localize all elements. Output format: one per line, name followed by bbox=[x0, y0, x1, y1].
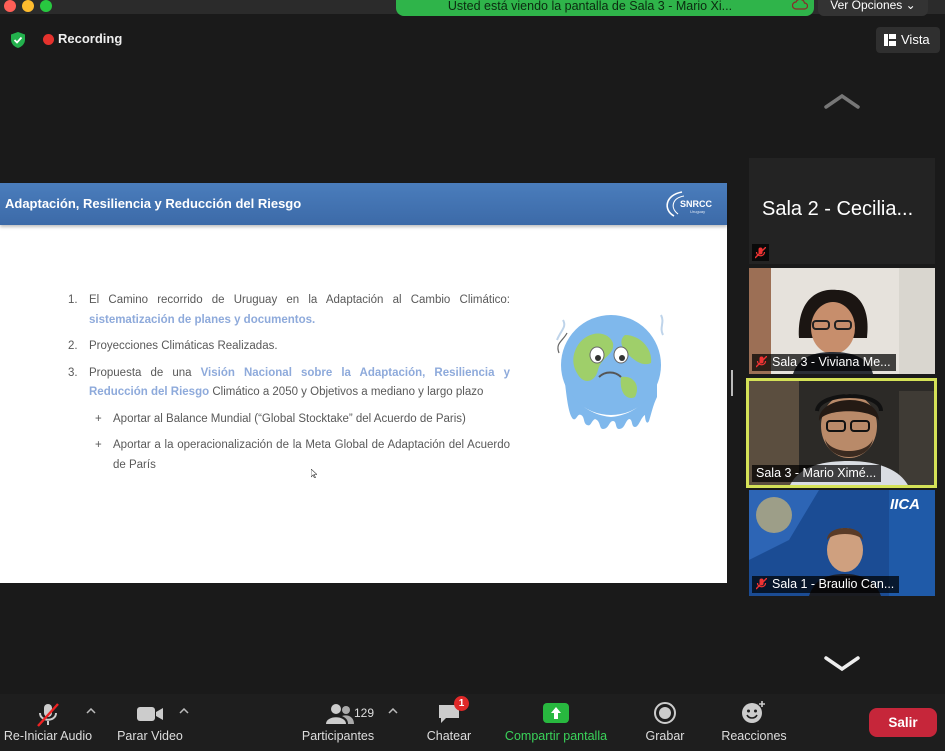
participant-tile[interactable]: Sala 2 - Cecilia... bbox=[749, 158, 935, 264]
participant-name: Sala 1 - Braulio Can... bbox=[772, 577, 895, 591]
reactions-label: Reacciones bbox=[721, 729, 787, 743]
stop-video-label: Parar Video bbox=[117, 729, 183, 743]
participants-options-caret-icon[interactable] bbox=[388, 708, 398, 714]
video-options-caret-icon[interactable] bbox=[179, 708, 189, 714]
participant-name-label: Sala 3 - Mario Ximé... bbox=[752, 465, 882, 482]
leave-meeting-button[interactable]: Salir bbox=[869, 708, 937, 737]
participants-icon bbox=[326, 704, 354, 724]
stop-video-button[interactable]: Parar Video bbox=[108, 694, 192, 751]
participant-tile[interactable]: Sala 3 - Viviana Me... bbox=[749, 268, 935, 374]
list-item-number: 3. bbox=[68, 366, 78, 379]
participants-count: 129 bbox=[354, 706, 375, 720]
slide-header: Adaptación, Resiliencia y Reducción del … bbox=[0, 183, 727, 225]
share-screen-icon bbox=[543, 703, 569, 723]
slide-title: Adaptación, Resiliencia y Reducción del … bbox=[5, 196, 302, 211]
list-item-text: Propuesta de una bbox=[89, 366, 201, 379]
panel-resize-handle[interactable] bbox=[731, 370, 733, 396]
shared-screen-slide: Adaptación, Resiliencia y Reducción del … bbox=[0, 183, 727, 583]
view-layout-label: Vista bbox=[901, 32, 930, 47]
recording-indicator-icon bbox=[43, 34, 54, 45]
share-screen-button[interactable]: Compartir pantalla bbox=[496, 694, 616, 751]
participant-tile[interactable]: IICA Sala 1 - Braulio Can... bbox=[749, 490, 935, 596]
zoom-meeting-window: Usted está viendo la pantalla de Sala 3 … bbox=[0, 0, 945, 751]
list-item-text: Proyecciones Climáticas Realizadas. bbox=[89, 340, 278, 352]
participant-name-label: Sala 1 - Braulio Can... bbox=[752, 576, 900, 593]
record-label: Grabar bbox=[645, 729, 685, 743]
participant-tile-active-speaker[interactable]: Sala 3 - Mario Ximé... bbox=[746, 378, 937, 488]
participants-label: Participantes bbox=[301, 729, 375, 743]
view-options-label: Ver Opciones bbox=[830, 0, 903, 12]
close-window-button[interactable] bbox=[4, 0, 16, 12]
chat-unread-badge: 1 bbox=[454, 696, 469, 711]
sublist-item-text: Aportar al Balance Mundial (“Global Stoc… bbox=[113, 412, 466, 425]
list-item-number: 2. bbox=[68, 340, 78, 352]
muted-microphone-icon bbox=[756, 356, 767, 368]
participant-name: Sala 3 - Mario Ximé... bbox=[756, 466, 877, 480]
chat-label: Chatear bbox=[426, 729, 472, 743]
reactions-button[interactable]: Reacciones bbox=[714, 694, 794, 751]
sublist-marker: + bbox=[95, 412, 102, 425]
list-item-text: El Camino recorrido de Uruguay en la Ada… bbox=[89, 294, 510, 306]
participant-name: Sala 3 - Viviana Me... bbox=[772, 355, 891, 369]
iica-logo-badge: IICA bbox=[890, 496, 920, 513]
list-item-highlight: sistematización de planes y documentos. bbox=[89, 313, 316, 326]
view-options-dropdown[interactable]: Ver Opciones ⌄ bbox=[818, 0, 928, 16]
melting-earth-icon bbox=[556, 314, 664, 429]
slide-list-item: 3. Propuesta de una Visión Nacional sobr… bbox=[62, 364, 510, 403]
participant-name-label: Sala 3 - Viviana Me... bbox=[752, 354, 896, 371]
screen-share-banner: Usted está viendo la pantalla de Sala 3 … bbox=[396, 0, 814, 16]
scroll-down-chevron-icon[interactable] bbox=[823, 655, 861, 673]
scroll-up-chevron-icon[interactable] bbox=[823, 92, 861, 110]
gallery-view-icon bbox=[884, 34, 896, 46]
muted-microphone-icon bbox=[37, 703, 59, 727]
mouse-pointer-icon bbox=[311, 469, 317, 478]
list-item-number: 1. bbox=[68, 294, 78, 306]
shield-icon[interactable] bbox=[10, 31, 26, 49]
participants-button[interactable]: 129 Participantes bbox=[292, 694, 384, 751]
record-button[interactable]: Grabar bbox=[632, 694, 698, 751]
sublist-marker: + bbox=[95, 439, 102, 451]
emoji-reaction-icon bbox=[742, 701, 765, 723]
slide-sublist-item: + Aportar a la operacionalización de la … bbox=[62, 436, 510, 475]
minimize-window-button[interactable] bbox=[22, 0, 34, 12]
slide-list-item: 1. El Camino recorrido de Uruguay en la … bbox=[62, 291, 510, 330]
muted-microphone-icon bbox=[752, 244, 769, 261]
video-camera-icon bbox=[137, 707, 163, 721]
cloud-icon bbox=[792, 0, 808, 10]
sublist-item-text: Aportar a la operacionalización de la Me… bbox=[113, 439, 510, 471]
audio-options-caret-icon[interactable] bbox=[86, 708, 96, 714]
restart-audio-label: Re-Iniciar Audio bbox=[3, 729, 93, 743]
meeting-toolbar: Re-Iniciar Audio Parar Video 129 Partici… bbox=[0, 694, 945, 751]
chevron-down-icon: ⌄ bbox=[905, 0, 916, 12]
view-layout-button[interactable]: Vista bbox=[876, 27, 940, 53]
record-icon bbox=[654, 702, 676, 724]
screen-share-banner-text: Usted está viendo la pantalla de Sala 3 … bbox=[447, 0, 733, 13]
participant-name-large: Sala 2 - Cecilia... bbox=[762, 198, 914, 220]
zoom-window-button[interactable] bbox=[40, 0, 52, 12]
recording-label: Recording bbox=[58, 31, 123, 46]
snrcc-logo-subtext: Uruguay bbox=[690, 209, 706, 214]
muted-microphone-icon bbox=[756, 578, 767, 590]
restart-audio-button[interactable]: Re-Iniciar Audio bbox=[0, 694, 96, 751]
list-item-text-after: Climático a 2050 y Objetivos a mediano y… bbox=[209, 386, 484, 398]
slide-list-item: 2. Proyecciones Climáticas Realizadas. bbox=[62, 337, 510, 357]
slide-sublist-item: + Aportar al Balance Mundial (“Global St… bbox=[62, 410, 510, 430]
slide-body: 1. El Camino recorrido de Uruguay en la … bbox=[62, 291, 510, 482]
chat-button[interactable]: 1 Chatear bbox=[418, 694, 480, 751]
share-screen-label: Compartir pantalla bbox=[504, 729, 608, 743]
snrcc-logo-text: SNRCC bbox=[680, 199, 713, 209]
